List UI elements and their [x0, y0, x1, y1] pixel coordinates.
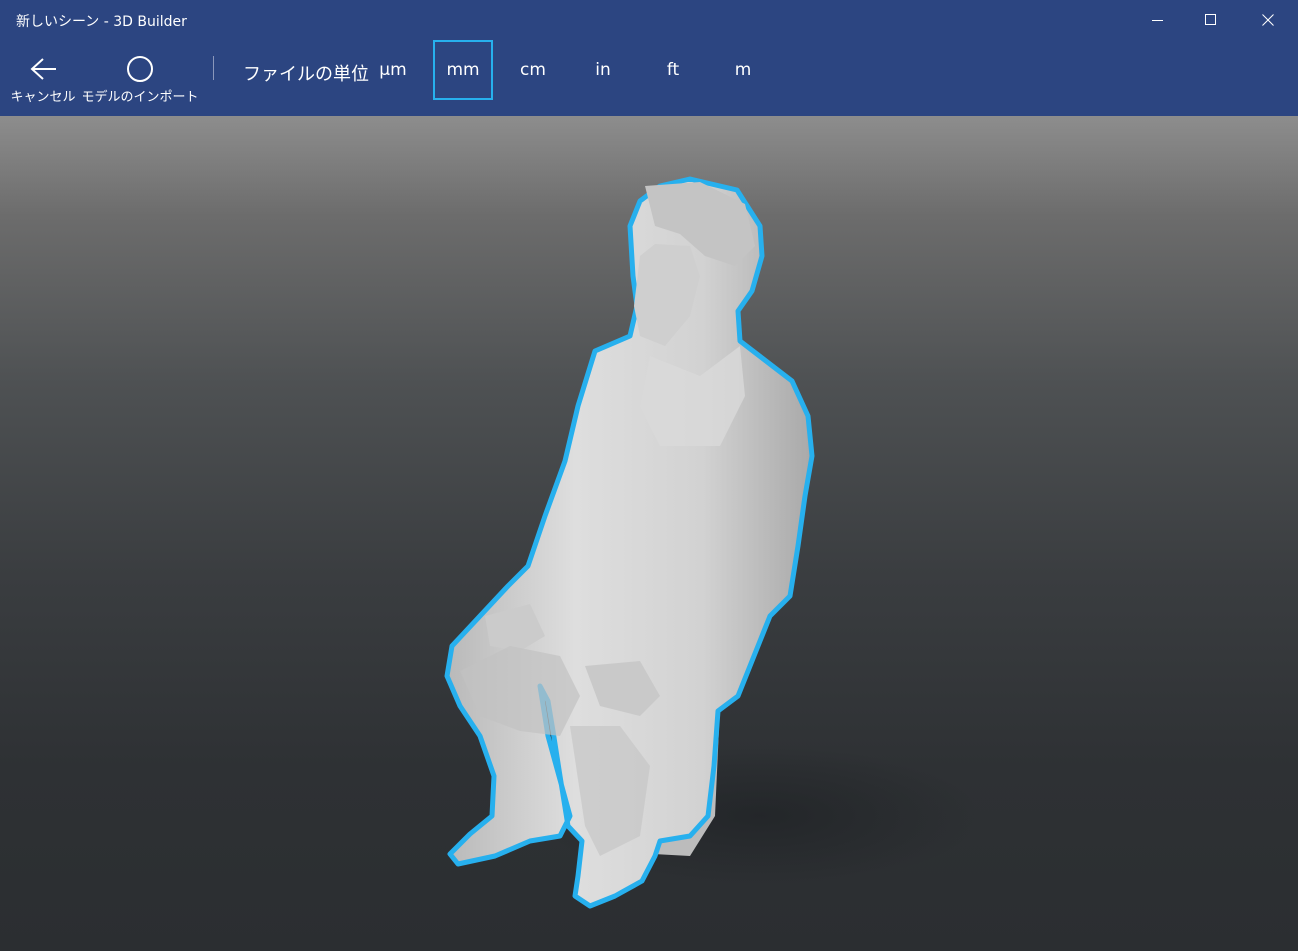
cancel-label: キャンセル [10, 90, 76, 105]
circle-icon [126, 52, 154, 86]
unit-centimeter[interactable]: cm [503, 40, 563, 100]
minimize-icon [1152, 20, 1163, 21]
close-button[interactable] [1240, 0, 1296, 40]
app-window: 新しいシーン - 3D Builder キャンセル モデルのインポート ファイル… [0, 0, 1298, 951]
unit-inch[interactable]: in [573, 40, 633, 100]
3d-viewport[interactable] [0, 116, 1298, 951]
unit-millimeter[interactable]: mm [433, 40, 493, 100]
file-units-label: ファイルの単位 [243, 64, 369, 85]
minimize-button[interactable] [1130, 0, 1186, 40]
toolbar-separator [213, 56, 214, 80]
window-title: 新しいシーン - 3D Builder [16, 14, 187, 30]
title-bar: 新しいシーン - 3D Builder キャンセル モデルのインポート ファイル… [0, 0, 1298, 116]
back-arrow-icon [29, 52, 57, 86]
unit-meter[interactable]: m [713, 40, 773, 100]
maximize-icon [1205, 14, 1216, 25]
import-model-button[interactable]: モデルのインポート [82, 52, 199, 105]
unit-foot[interactable]: ft [643, 40, 703, 100]
maximize-button[interactable] [1183, 0, 1239, 40]
unit-micrometer[interactable]: μm [363, 40, 423, 100]
seated-person-model[interactable] [0, 116, 1298, 951]
import-model-label: モデルのインポート [81, 90, 199, 105]
close-icon [1262, 14, 1274, 26]
cancel-button[interactable]: キャンセル [10, 52, 76, 105]
